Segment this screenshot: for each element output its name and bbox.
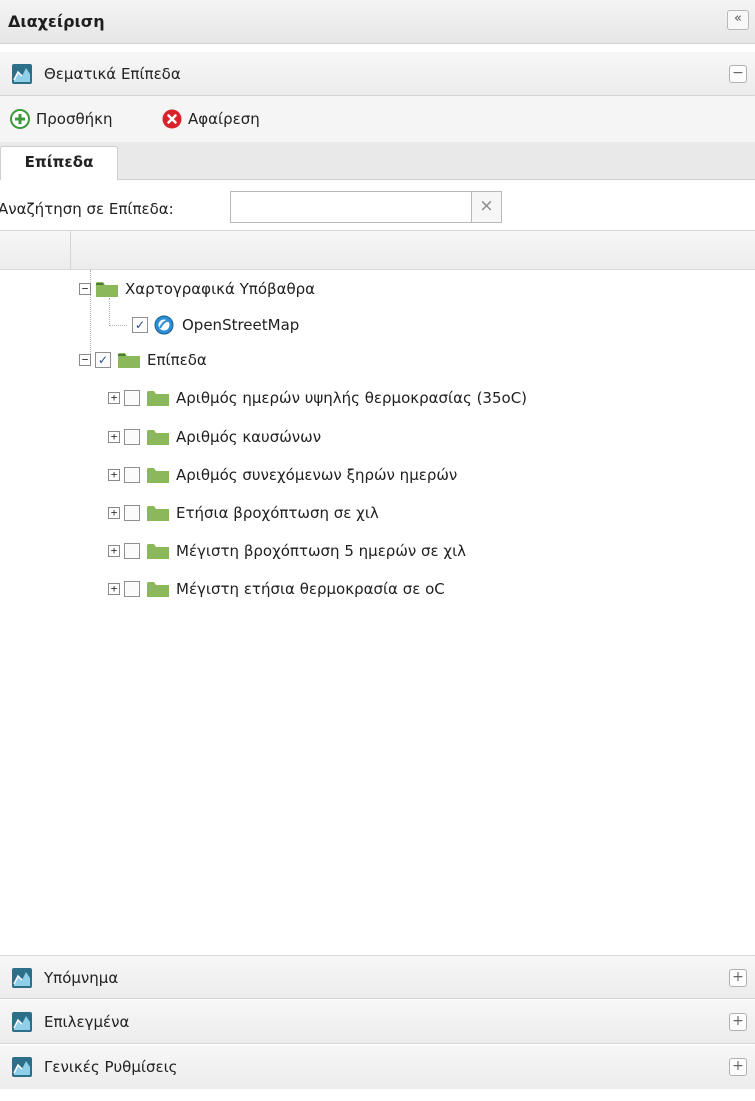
folder-icon [147, 582, 169, 597]
folder-icon [147, 506, 169, 521]
expand-toggle[interactable]: + [108, 583, 120, 595]
folder-icon [147, 430, 169, 445]
map-layers-icon [12, 1012, 32, 1032]
layer-checkbox[interactable] [124, 581, 140, 597]
tree-node-layer-folder[interactable]: + Αριθμός ημερών υψηλής θερμοκρασίας (35… [108, 385, 527, 411]
layer-checkbox[interactable]: ✓ [95, 352, 111, 368]
tree-node-label: OpenStreetMap [182, 316, 300, 334]
layer-checkbox[interactable] [124, 467, 140, 483]
tree-grid-header [0, 230, 755, 270]
legend-panel-header[interactable]: Υπόμνημα + [0, 955, 755, 999]
tree-node-label: Επίπεδα [147, 351, 207, 369]
layers-toolbar: Προσθήκη Αφαίρεση [0, 96, 755, 142]
map-layers-icon [12, 968, 32, 988]
folder-icon [96, 282, 118, 297]
folder-icon [147, 468, 169, 483]
general-settings-expand-button[interactable]: + [729, 1058, 747, 1076]
selected-panel-title: Επιλεγμένα [44, 1013, 130, 1031]
layers-search-row: Αναζήτηση σε Επίπεδα: × [0, 180, 755, 230]
selected-expand-button[interactable]: + [729, 1013, 747, 1031]
management-title: Διαχείριση [8, 12, 105, 31]
folder-icon [118, 353, 140, 368]
column-separator[interactable] [70, 231, 71, 269]
map-layers-icon [12, 1057, 32, 1077]
collapse-toggle[interactable]: − [79, 283, 91, 295]
tree-node-basemaps[interactable]: − Χαρτογραφικά Υπόβαθρα [79, 276, 315, 302]
remove-circle-icon [162, 109, 182, 129]
collapse-sidebar-button[interactable]: « [727, 10, 749, 30]
add-layer-label: Προσθήκη [36, 110, 113, 128]
thematic-layers-collapse-button[interactable]: − [729, 65, 747, 83]
layer-checkbox[interactable] [124, 505, 140, 521]
tree-node-layer-folder[interactable]: + Ετήσια βροχόπτωση σε χιλ [108, 500, 379, 526]
tree-node-layer-folder[interactable]: + Μέγιστη βροχόπτωση 5 ημερών σε χιλ [108, 538, 466, 564]
add-layer-button[interactable]: Προσθήκη [10, 109, 113, 129]
thematic-layers-panel-header[interactable]: Θεματικά Επίπεδα − [0, 52, 755, 96]
clear-search-button[interactable]: × [472, 191, 502, 223]
folder-icon [147, 391, 169, 406]
expand-toggle[interactable]: + [108, 392, 120, 404]
tree-connector [109, 325, 127, 326]
layer-checkbox[interactable]: ✓ [132, 317, 148, 333]
tree-node-openstreetmap[interactable]: ✓ OpenStreetMap [132, 312, 299, 338]
expand-toggle[interactable]: + [108, 431, 120, 443]
tree-node-label: Ετήσια βροχόπτωση σε χιλ [176, 504, 379, 522]
tree-node-layer-folder[interactable]: + Αριθμός συνεχόμενων ξηρών ημερών [108, 462, 457, 488]
folder-icon [147, 544, 169, 559]
tree-connector [109, 298, 110, 326]
management-header: Διαχείριση « [0, 0, 755, 44]
search-input[interactable] [230, 191, 472, 223]
layer-checkbox[interactable] [124, 390, 140, 406]
expand-toggle[interactable]: + [108, 545, 120, 557]
tree-node-layer-folder[interactable]: + Αριθμός καυσώνων [108, 424, 321, 450]
search-label: Αναζήτηση σε Επίπεδα: [0, 200, 174, 218]
globe-icon [154, 315, 174, 335]
expand-toggle[interactable]: + [108, 507, 120, 519]
app-window: Διαχείριση « Θεματικά Επίπεδα − Προσθήκη [0, 0, 755, 1101]
collapse-toggle[interactable]: − [79, 354, 91, 366]
tree-node-label: Χαρτογραφικά Υπόβαθρα [125, 280, 316, 298]
remove-layer-button[interactable]: Αφαίρεση [162, 109, 260, 129]
tree-node-label: Αριθμός συνεχόμενων ξηρών ημερών [176, 466, 458, 484]
tree-node-layers[interactable]: − ✓ Επίπεδα [79, 347, 207, 373]
remove-layer-label: Αφαίρεση [188, 110, 260, 128]
general-settings-panel-header[interactable]: Γενικές Ρυθμίσεις + [0, 1045, 755, 1089]
legend-expand-button[interactable]: + [729, 969, 747, 987]
tree-node-label: Αριθμός ημερών υψηλής θερμοκρασίας (35oC… [176, 389, 528, 407]
layers-tabstrip: Επίπεδα [0, 142, 755, 180]
layers-tree: − Χαρτογραφικά Υπόβαθρα ✓ OpenStreetMap … [0, 270, 755, 610]
layer-checkbox[interactable] [124, 543, 140, 559]
tree-node-layer-folder[interactable]: + Μέγιστη ετήσια θερμοκρασία σε oC [108, 576, 445, 602]
tree-node-label: Μέγιστη βροχόπτωση 5 ημερών σε χιλ [176, 542, 467, 560]
tab-layers[interactable]: Επίπεδα [0, 146, 118, 180]
thematic-layers-title: Θεματικά Επίπεδα [44, 65, 181, 83]
layer-checkbox[interactable] [124, 429, 140, 445]
tree-node-label: Αριθμός καυσώνων [176, 428, 322, 446]
add-circle-icon [10, 109, 30, 129]
expand-toggle[interactable]: + [108, 469, 120, 481]
selected-panel-header[interactable]: Επιλεγμένα + [0, 1000, 755, 1044]
tree-node-label: Μέγιστη ετήσια θερμοκρασία σε oC [176, 580, 445, 598]
map-layers-icon [12, 64, 32, 84]
legend-panel-title: Υπόμνημα [44, 969, 119, 987]
general-settings-panel-title: Γενικές Ρυθμίσεις [44, 1058, 178, 1076]
